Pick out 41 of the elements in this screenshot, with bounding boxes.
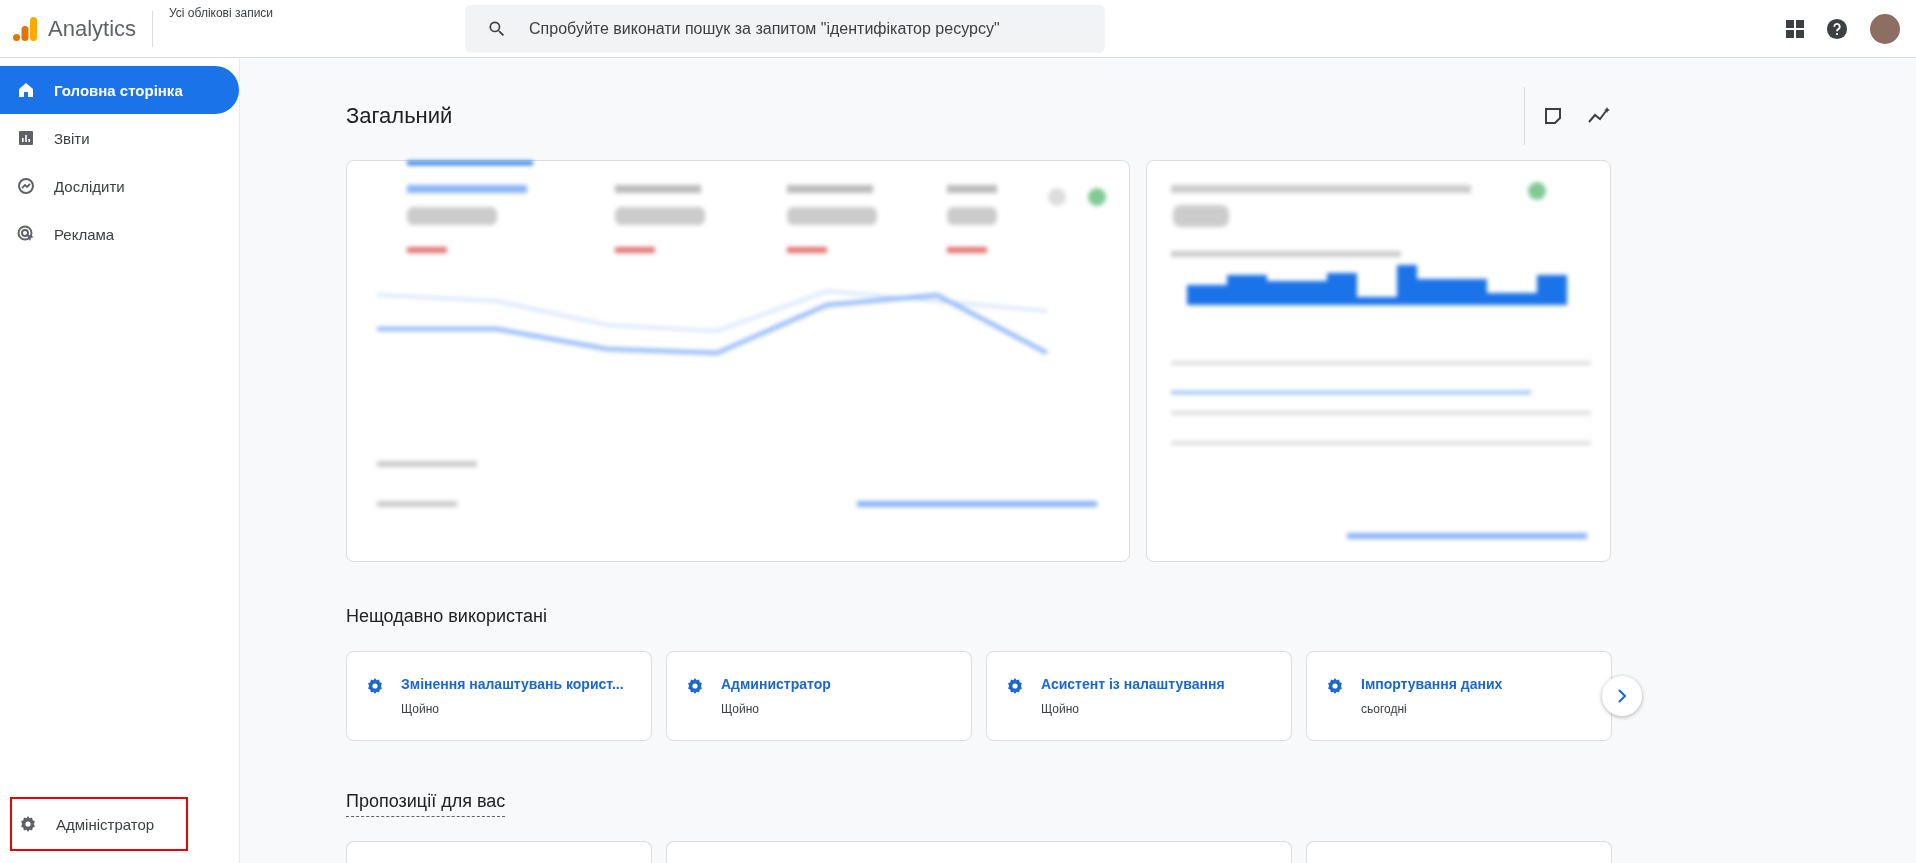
- settings-icon: [1005, 676, 1025, 696]
- sidebar-item[interactable]: Головна сторінка: [0, 66, 239, 114]
- settings-icon: [18, 814, 38, 834]
- sidebar-item[interactable]: Реклама: [0, 210, 239, 258]
- app-name: Analytics: [48, 15, 137, 42]
- recent-card[interactable]: Змінення налаштувань корист... Щойно: [346, 651, 652, 741]
- trend-chart-icon: [16, 176, 36, 196]
- avatar[interactable]: [1870, 13, 1900, 44]
- recent-time: Щойно: [721, 702, 760, 716]
- recent-time: Щойно: [1041, 702, 1080, 716]
- next-button[interactable]: [1602, 676, 1642, 716]
- status-icon: [1088, 188, 1106, 206]
- section-title: Нещодавно використані: [346, 606, 549, 627]
- settings-icon: [365, 676, 385, 696]
- recent-title: Змінення налаштувань корист...: [401, 676, 624, 692]
- settings-icon: [685, 676, 705, 696]
- note-icon[interactable]: [1543, 106, 1563, 126]
- recent-time: сьогодні: [1361, 702, 1408, 716]
- section-title: Пропозиції для вас: [346, 791, 506, 817]
- apps-grid-icon[interactable]: [1786, 19, 1804, 38]
- recent-time: Щойно: [401, 702, 440, 716]
- analytics-logo-icon: [12, 15, 38, 42]
- sidebar-item[interactable]: Звіти: [0, 114, 239, 162]
- recent-card[interactable]: Администратор Щойно: [666, 651, 972, 741]
- help-icon[interactable]: [1826, 17, 1848, 40]
- settings-icon: [1325, 676, 1345, 696]
- home-icon: [16, 80, 36, 100]
- recent-title: Администратор: [721, 676, 831, 692]
- sidebar-item[interactable]: Адміністратор: [10, 797, 188, 851]
- account-selector[interactable]: Усі облікові записи: [169, 6, 274, 20]
- recent-title: Асистент із налаштування: [1041, 676, 1225, 692]
- status-icon: [1528, 182, 1546, 200]
- recent-card[interactable]: Асистент із налаштування Щойно: [986, 651, 1292, 741]
- search-field[interactable]: Спробуйте виконати пошук за запитом "ідентифікатор ресурсу": [465, 4, 1106, 53]
- bar-chart-icon: [16, 128, 36, 148]
- section-title: Загальний: [346, 103, 454, 129]
- recent-title: Імпортування даних: [1361, 676, 1503, 692]
- sidebar-item[interactable]: Дослідити: [0, 162, 239, 210]
- chevron-right-icon: [1616, 689, 1628, 703]
- recent-card[interactable]: Імпортування даних сьогодні: [1306, 651, 1612, 741]
- blurred-value: [1173, 205, 1229, 227]
